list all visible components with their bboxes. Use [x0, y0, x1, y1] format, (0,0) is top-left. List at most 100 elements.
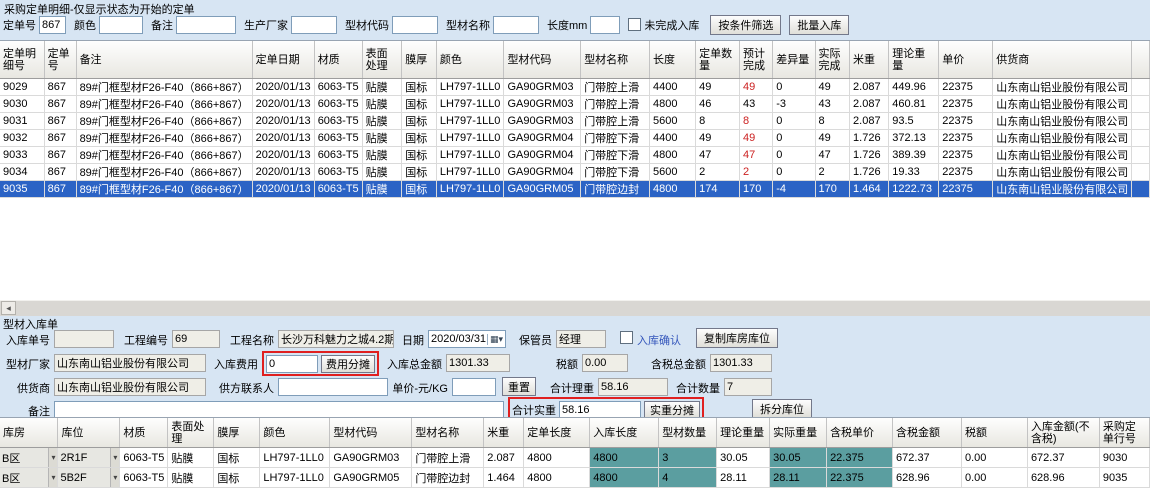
inbound-confirm-checkbox[interactable] — [620, 331, 633, 344]
cell[interactable]: 贴膜 — [362, 164, 402, 181]
order-no-input[interactable]: 867 — [39, 16, 66, 34]
fee-split-button[interactable]: 费用分摊 — [321, 355, 375, 373]
cell[interactable]: 6063-T5 — [314, 181, 362, 198]
cell[interactable]: LH797-1LL0 — [436, 79, 504, 96]
cell[interactable]: LH797-1LL0 — [436, 96, 504, 113]
cell[interactable]: 49 — [696, 79, 740, 96]
cell[interactable]: 6063-T5 — [314, 96, 362, 113]
cell[interactable]: 49 — [740, 130, 773, 147]
cell[interactable]: 门带腔下滑 — [581, 164, 650, 181]
cell[interactable]: 0 — [773, 164, 815, 181]
cell[interactable] — [1132, 130, 1150, 147]
cell[interactable]: 山东南山铝业股份有限公司 — [993, 113, 1132, 130]
column-header[interactable]: 单价 — [939, 41, 993, 79]
cell[interactable]: 6063-T5 — [314, 164, 362, 181]
cell[interactable]: 867 — [44, 181, 76, 198]
cell[interactable]: 389.39 — [889, 147, 939, 164]
cell[interactable]: 国标 — [214, 448, 260, 468]
table-row[interactable]: 903286789#门框型材F26-F40（866+867）2020/01/13… — [0, 130, 1150, 147]
cell[interactable] — [1132, 181, 1150, 198]
cell[interactable]: 22375 — [939, 181, 993, 198]
cell[interactable]: 89#门框型材F26-F40（866+867） — [76, 130, 252, 147]
cell[interactable]: 门带腔边封 — [412, 468, 484, 488]
cell[interactable]: 2.087 — [484, 448, 524, 468]
cell[interactable]: 山东南山铝业股份有限公司 — [993, 147, 1132, 164]
column-header[interactable]: 型材代码 — [504, 41, 581, 79]
column-header[interactable]: 含税单价 — [827, 418, 893, 448]
cell[interactable]: LH797-1LL0 — [436, 164, 504, 181]
cell[interactable]: GA90GRM03 — [504, 96, 581, 113]
cell[interactable]: 4800 — [524, 468, 590, 488]
column-header[interactable]: 供货商 — [993, 41, 1132, 79]
column-header[interactable]: 材质 — [314, 41, 362, 79]
column-header[interactable]: 实际重量 — [770, 418, 827, 448]
cell[interactable]: 9035 — [0, 181, 44, 198]
manufacturer-input[interactable] — [291, 16, 337, 34]
cell[interactable]: 国标 — [402, 181, 437, 198]
cell[interactable]: 1.726 — [850, 147, 889, 164]
cell[interactable]: 47 — [815, 147, 849, 164]
cell[interactable]: 89#门框型材F26-F40（866+867） — [76, 147, 252, 164]
column-header[interactable]: 入库长度 — [590, 418, 659, 448]
cell[interactable]: 867 — [44, 130, 76, 147]
cell[interactable]: 672.37 — [893, 448, 962, 468]
column-header[interactable]: 表面处理 — [362, 41, 402, 79]
cell[interactable]: GA90GRM04 — [504, 130, 581, 147]
cell[interactable]: 43 — [815, 96, 849, 113]
horizontal-scrollbar[interactable]: ◂ — [0, 300, 1150, 316]
cell[interactable]: 49 — [815, 79, 849, 96]
unfinished-inbound-checkbox[interactable] — [628, 18, 641, 31]
cell[interactable]: 4 — [659, 468, 717, 488]
cell[interactable]: 49 — [740, 79, 773, 96]
cell[interactable]: 贴膜 — [362, 147, 402, 164]
cell[interactable]: 4400 — [650, 130, 696, 147]
column-header[interactable]: 膜厚 — [402, 41, 437, 79]
cell[interactable]: 4800 — [590, 448, 659, 468]
column-header[interactable]: 入库金额(不含税) — [1027, 418, 1099, 448]
tax-total-field[interactable]: 1301.33 — [710, 354, 772, 372]
supplier-field[interactable]: 山东南山铝业股份有限公司 — [54, 378, 206, 396]
column-header[interactable]: 定单日期 — [252, 41, 314, 79]
cell[interactable]: 89#门框型材F26-F40（866+867） — [76, 113, 252, 130]
cell[interactable]: 1222.73 — [889, 181, 939, 198]
unit-price-field[interactable] — [452, 378, 496, 396]
receipt-no-field[interactable] — [54, 330, 114, 348]
cell[interactable]: 4800 — [590, 468, 659, 488]
cell[interactable]: 2.087 — [850, 96, 889, 113]
cell[interactable]: 国标 — [402, 130, 437, 147]
cell[interactable]: 628.96 — [1027, 468, 1099, 488]
cell[interactable]: 6063-T5 — [314, 147, 362, 164]
cell[interactable]: 22375 — [939, 79, 993, 96]
profile-name-filter-input[interactable] — [493, 16, 539, 34]
cell[interactable]: 1.726 — [850, 130, 889, 147]
cell[interactable]: 4800 — [650, 181, 696, 198]
cell[interactable]: 89#门框型材F26-F40（866+867） — [76, 164, 252, 181]
cell[interactable]: 2020/01/13 — [252, 130, 314, 147]
column-header[interactable]: 型材代码 — [330, 418, 412, 448]
cell[interactable] — [1132, 96, 1150, 113]
column-header[interactable]: 定单长度 — [524, 418, 590, 448]
column-header[interactable]: 型材名称 — [581, 41, 650, 79]
cell[interactable]: 174 — [696, 181, 740, 198]
cell[interactable]: B区▾ — [0, 448, 58, 468]
cell[interactable]: 867 — [44, 79, 76, 96]
cell[interactable]: 门带腔上滑 — [581, 113, 650, 130]
cell[interactable]: 46 — [696, 96, 740, 113]
cell[interactable]: 门带腔下滑 — [581, 130, 650, 147]
keeper-field[interactable]: 经理 — [556, 330, 606, 348]
cell[interactable]: 门带腔边封 — [581, 181, 650, 198]
cell[interactable]: 449.96 — [889, 79, 939, 96]
cell[interactable]: -4 — [773, 181, 815, 198]
remark-filter-input[interactable] — [176, 16, 236, 34]
cell[interactable]: 山东南山铝业股份有限公司 — [993, 130, 1132, 147]
cell[interactable]: 4800 — [524, 448, 590, 468]
column-header[interactable]: 型材数量 — [659, 418, 717, 448]
cell[interactable]: 门带腔下滑 — [581, 147, 650, 164]
cell[interactable]: 贴膜 — [362, 79, 402, 96]
cell[interactable]: 门带腔上滑 — [581, 96, 650, 113]
cell[interactable]: 9035 — [1099, 468, 1149, 488]
cell[interactable]: 2 — [815, 164, 849, 181]
cell[interactable]: 30.05 — [770, 448, 827, 468]
cell[interactable]: 372.13 — [889, 130, 939, 147]
cell[interactable]: 4800 — [650, 147, 696, 164]
